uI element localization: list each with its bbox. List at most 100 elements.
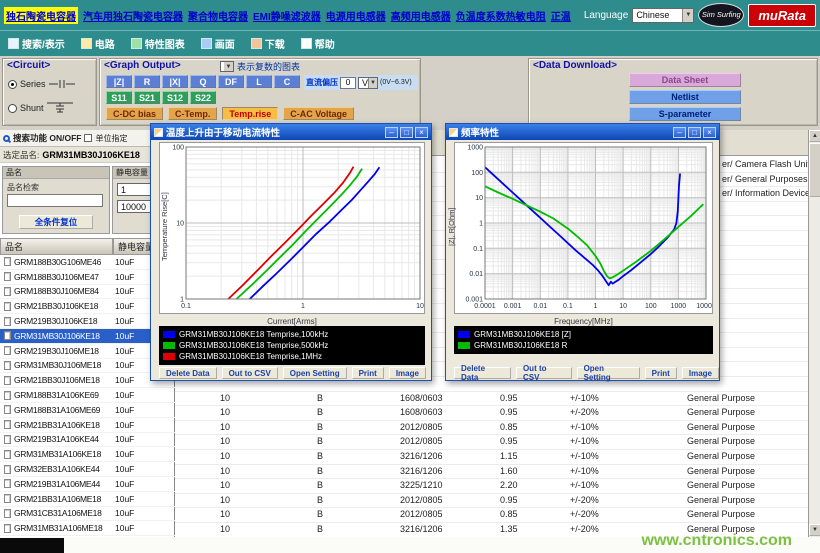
legend-entry: GRM31MB30J106KE18 Temprise,100kHz (163, 329, 421, 340)
maximize-button[interactable]: □ (688, 127, 701, 138)
table-row[interactable]: 10B2012/08050.95+/-10%General Purpose (175, 435, 808, 450)
print-button[interactable]: Print (352, 367, 384, 379)
graph-sparam-button[interactable]: S12 (162, 91, 188, 104)
part-row[interactable]: GRM188B31A106KE6910uF (0, 388, 175, 403)
minimize-button[interactable]: – (673, 127, 686, 138)
graph-sparam-button[interactable]: S21 (134, 91, 160, 104)
table-cell: 10 (220, 495, 230, 505)
scroll-up-arrow[interactable]: ▲ (809, 130, 820, 142)
part-row[interactable]: GRM31MB30J106ME1810uF (0, 359, 175, 374)
graph-char-button[interactable]: C-DC bias (106, 107, 163, 120)
toolbar-item[interactable]: 搜索/表示 (8, 36, 65, 51)
table-row[interactable]: 10B1608/06030.95+/-10%General Purpose (175, 392, 808, 407)
part-row[interactable]: GRM32EB31A106KE4410uF (0, 462, 175, 477)
table-row[interactable]: 10B2012/08050.85+/-10%General Purpose (175, 421, 808, 436)
toolbar-item[interactable]: 特性图表 (131, 36, 185, 51)
part-row[interactable]: GRM219B30J106ME1810uF (0, 344, 175, 359)
scroll-down-arrow[interactable]: ▼ (809, 524, 820, 536)
top-nav-item[interactable]: EMI静噪滤波器 (253, 8, 321, 23)
table-row[interactable]: 10B2012/08050.85+/-20%General Purpose (175, 508, 808, 523)
minimize-button[interactable]: – (385, 127, 398, 138)
graph-param-button[interactable]: |Z| (106, 75, 132, 88)
column-header-part[interactable]: 品名 (0, 238, 113, 255)
part-row[interactable]: GRM219B31A106ME4410uF (0, 477, 175, 492)
document-icon (4, 257, 11, 266)
table-row[interactable]: 10B3216/12061.60+/-10%General Purpose (175, 465, 808, 480)
s-parameter-button[interactable]: S-parameter (629, 107, 741, 121)
netlist-button[interactable]: Netlist (629, 90, 741, 104)
top-nav-item[interactable]: 汽车用独石陶瓷电容器 (83, 8, 183, 23)
top-nav-item[interactable]: 电源用电感器 (326, 8, 386, 23)
temp-rise-titlebar[interactable]: 温度上升由于移动电流特性 –□× (151, 124, 431, 140)
graph-sparam-button[interactable]: S11 (106, 91, 132, 104)
part-row[interactable]: GRM219B30J106KE1810uF (0, 314, 175, 329)
top-nav-item[interactable]: 聚合物电容器 (188, 8, 248, 23)
search-onoff-bar[interactable]: 搜索功能 ON/OFF 单位指定 (0, 130, 174, 147)
part-row[interactable]: GRM188B30J106ME8410uF (0, 285, 175, 300)
out-to-csv-button[interactable]: Out to CSV (516, 367, 572, 379)
series-radio[interactable] (8, 80, 17, 89)
toolbar-item[interactable]: 帮助 (301, 36, 335, 51)
part-row[interactable]: GRM21BB30J106KE1810uF (0, 299, 175, 314)
part-row[interactable]: GRM31MB31A106ME1810uF (0, 521, 175, 536)
print-button[interactable]: Print (645, 367, 677, 379)
frequency-titlebar[interactable]: 频率特性 –□× (446, 124, 719, 140)
graph-char-button[interactable]: C-Temp. (168, 107, 217, 120)
part-row[interactable]: GRM188B31A106ME6910uF (0, 403, 175, 418)
image-button[interactable]: Image (682, 367, 719, 379)
toolbar-item-label: 帮助 (315, 36, 335, 51)
part-row[interactable]: GRM31MB30J106KE1810uF (0, 329, 175, 344)
shunt-radio[interactable] (8, 104, 17, 113)
part-search-input[interactable] (7, 194, 103, 207)
shunt-option[interactable]: Shunt (8, 101, 73, 115)
scrollbar-thumb[interactable] (809, 143, 820, 197)
graph-param-button[interactable]: R (134, 75, 160, 88)
language-select[interactable]: Chinese ▼ (632, 8, 694, 23)
graph-char-button[interactable]: Temp.rise (222, 107, 278, 120)
top-nav-item[interactable]: 独石陶瓷电容器 (4, 7, 78, 24)
dc-bias-input[interactable]: 0 (340, 77, 356, 89)
graph-param-button[interactable]: Q (190, 75, 216, 88)
unit-checkbox[interactable] (84, 134, 92, 142)
part-row[interactable]: GRM188B30G106ME4610uF (0, 255, 175, 270)
table-row[interactable]: 10B1608/06030.95+/-20%General Purpose (175, 406, 808, 421)
part-row[interactable]: GRM31MB31A106KE1810uF (0, 447, 175, 462)
delete-data-button[interactable]: Delete Data (159, 367, 217, 379)
top-nav-item[interactable]: 高频用电感器 (391, 8, 451, 23)
open-setting-button[interactable]: Open Setting (283, 367, 347, 379)
part-row[interactable]: GRM21BB31A106ME1810uF (0, 492, 175, 507)
image-button[interactable]: Image (389, 367, 426, 379)
delete-data-button[interactable]: Delete Data (454, 367, 511, 379)
close-button[interactable]: × (415, 127, 428, 138)
part-row[interactable]: GRM31CB31A106ME1810uF (0, 507, 175, 522)
vertical-scrollbar[interactable]: ▲ ▼ (808, 130, 820, 537)
graph-param-button[interactable]: DF (218, 75, 244, 88)
complex-graph-control[interactable]: ▼ 表示复数的图表 (220, 60, 300, 73)
top-nav-item[interactable]: 正温 (551, 8, 571, 23)
table-row[interactable]: 10B2012/08050.95+/-20%General Purpose (175, 494, 808, 509)
close-button[interactable]: × (703, 127, 716, 138)
graph-param-button[interactable]: L (246, 75, 272, 88)
maximize-button[interactable]: □ (400, 127, 413, 138)
legend-entry: GRM31MB30J106KE18 [Z] (458, 329, 709, 340)
part-row[interactable]: GRM219B31A106KE4410uF (0, 433, 175, 448)
reset-conditions-button[interactable]: 全条件复位 (19, 215, 93, 229)
graph-sparam-button[interactable]: S22 (190, 91, 216, 104)
series-option[interactable]: Series (8, 79, 75, 89)
graph-param-button[interactable]: |X| (162, 75, 188, 88)
toolbar-item[interactable]: 下载 (251, 36, 285, 51)
graph-char-button[interactable]: C-AC Voltage (283, 107, 354, 120)
dc-bias-unit-select[interactable]: V ▼ (358, 77, 378, 89)
table-row[interactable]: 10B3225/12102.20+/-10%General Purpose (175, 479, 808, 494)
part-row[interactable]: GRM21BB30J106ME1810uF (0, 373, 175, 388)
toolbar-item[interactable]: 画面 (201, 36, 235, 51)
open-setting-button[interactable]: Open Setting (577, 367, 640, 379)
graph-param-button[interactable]: C (274, 75, 300, 88)
top-nav-item[interactable]: 负温度系数热敏电阻 (456, 8, 546, 23)
table-row[interactable]: 10B3216/12061.15+/-10%General Purpose (175, 450, 808, 465)
part-row[interactable]: GRM188B30J106ME4710uF (0, 270, 175, 285)
out-to-csv-button[interactable]: Out to CSV (222, 367, 278, 379)
complex-graph-dropdown[interactable]: ▼ (220, 61, 234, 72)
part-row[interactable]: GRM21BB31A106KE1810uF (0, 418, 175, 433)
toolbar-item[interactable]: 电路 (81, 36, 115, 51)
